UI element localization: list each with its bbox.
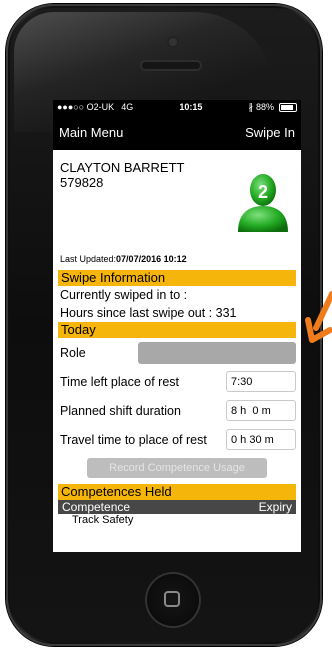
planned-shift-input[interactable]: 8 h 0 m — [226, 400, 296, 421]
planned-shift-label: Planned shift duration — [60, 403, 181, 418]
worker-info: CLAYTON BARRETT 579828 — [60, 160, 184, 190]
battery-icon — [279, 102, 297, 112]
time-left-label: Time left place of rest — [60, 374, 180, 389]
avatar-icon: 2 — [238, 174, 288, 232]
swipe-info-header: Swipe Information — [58, 270, 296, 286]
earpiece-speaker — [142, 62, 200, 69]
role-row: Role — [58, 338, 296, 367]
hours-since-swipe-text: Hours since last swipe out : 331 — [60, 306, 237, 320]
clock: 10:15 — [179, 102, 203, 112]
last-updated: Last Updated:07/07/2016 10:12 — [60, 254, 187, 264]
profile-card: CLAYTON BARRETT 579828 2 Last Updated:07… — [58, 150, 296, 264]
travel-time-row: Travel time to place of rest 0 h 30 m — [58, 425, 296, 454]
travel-time-input[interactable]: 0 h 30 m — [226, 429, 296, 450]
app-screen: ●●●○○ O2-UK 4G 10:15 ∦ 88% Main Menu Swi… — [53, 100, 301, 552]
competences-header: Competences Held — [58, 484, 296, 500]
record-competence-button[interactable]: Record Competence Usage — [87, 458, 267, 478]
main-menu-button[interactable]: Main Menu — [59, 125, 123, 140]
today-header: Today — [58, 322, 296, 338]
nav-bar: Main Menu Swipe In — [53, 114, 301, 150]
worker-id: 579828 — [60, 175, 104, 190]
time-left-row: Time left place of rest 7:30 — [58, 367, 296, 396]
planned-shift-row: Planned shift duration 8 h 0 m — [58, 396, 296, 425]
time-left-input[interactable]: 7:30 — [226, 371, 296, 392]
swipe-in-button[interactable]: Swipe In — [245, 125, 295, 140]
network-label: 4G — [121, 102, 134, 112]
battery-percent: 88% — [255, 102, 274, 112]
last-updated-label: Last Updated: — [60, 254, 117, 264]
orange-arrow-icon — [305, 291, 332, 343]
currently-swiped-text: Currently swiped in to : — [60, 288, 188, 302]
role-label: Role — [60, 345, 86, 360]
status-bar: ●●●○○ O2-UK 4G 10:15 ∦ 88% — [53, 100, 301, 114]
last-updated-value: 07/07/2016 10:12 — [116, 254, 187, 264]
carrier-label: ●●●○○ O2-UK — [57, 102, 115, 112]
worker-name: CLAYTON BARRETT — [60, 160, 185, 175]
avatar-badge: 2 — [258, 182, 268, 202]
expiry-column: Expiry — [258, 500, 292, 514]
travel-time-label: Travel time to place of rest — [60, 432, 207, 447]
home-button-icon — [164, 591, 180, 607]
competence-row[interactable]: Track Safety — [58, 514, 296, 526]
competence-table-header: Competence Expiry — [58, 500, 296, 514]
bluetooth-icon: ∦ — [248, 101, 253, 112]
role-select[interactable] — [138, 341, 296, 364]
competence-column: Competence — [62, 500, 131, 514]
front-camera — [169, 38, 177, 46]
